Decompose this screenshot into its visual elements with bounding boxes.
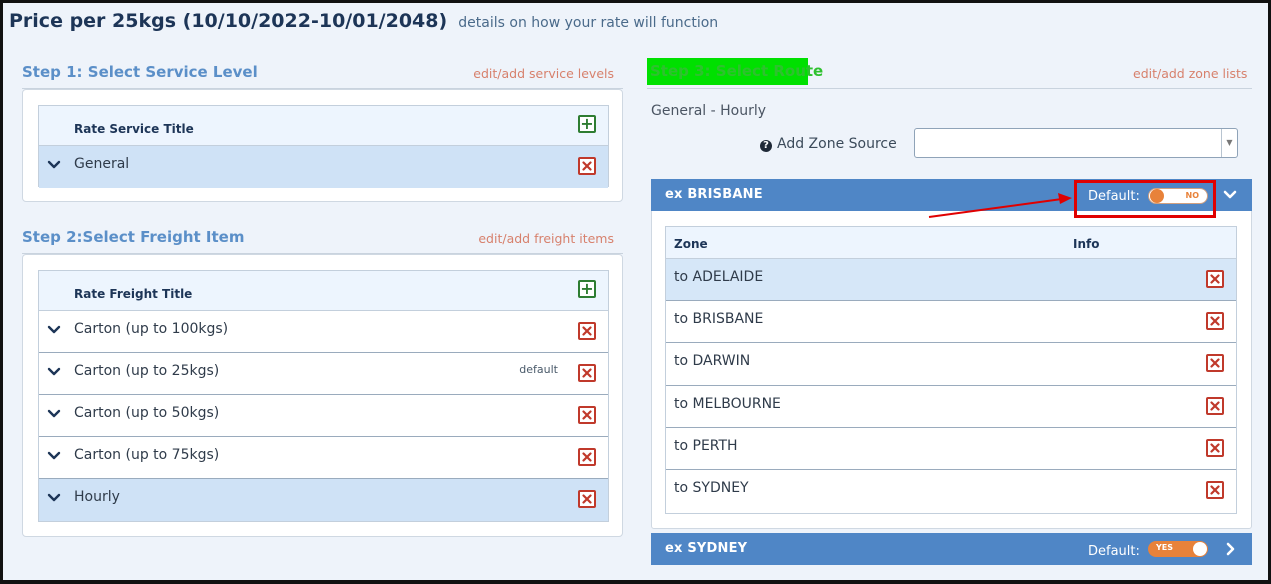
zone-source-label: ? Add Zone Source xyxy=(760,136,897,152)
delete-button[interactable] xyxy=(578,490,596,508)
zone-label: to SYDNEY xyxy=(674,479,749,496)
table-row[interactable]: Carton (up to 50kgs) xyxy=(39,395,608,437)
edit-service-levels-link[interactable]: edit/add service levels xyxy=(473,66,614,81)
row-label: General xyxy=(74,156,130,172)
x-square-icon xyxy=(1210,443,1220,453)
zone-row[interactable]: to ADELAIDE xyxy=(666,259,1236,302)
zone-label: to ADELAIDE xyxy=(674,269,764,285)
step1-title: Step 1: Select Service Level xyxy=(22,63,258,81)
zone-row[interactable]: to SYDNEY xyxy=(666,469,1236,513)
delete-zone-button[interactable] xyxy=(1206,480,1224,499)
table-row[interactable]: Carton (up to 75kgs) xyxy=(39,437,608,479)
zone-label: to DARWIN xyxy=(674,353,751,370)
annotation-highlight-box xyxy=(1074,180,1216,218)
delete-button[interactable] xyxy=(578,322,596,340)
delete-button[interactable] xyxy=(578,406,596,424)
delete-zone-button[interactable] xyxy=(1206,396,1224,415)
row-label: Carton (up to 100kgs) xyxy=(74,321,229,337)
zone-label: to MELBOURNE xyxy=(674,395,781,412)
step2-header: Step 2:Select Freight Item edit/add frei… xyxy=(22,228,623,254)
table-row[interactable]: Hourly xyxy=(39,479,608,521)
delete-button[interactable] xyxy=(578,157,596,175)
step1-header: Step 1: Select Service Level edit/add se… xyxy=(22,63,623,89)
default-label: Default: xyxy=(1088,544,1140,559)
step3-title: Step 3: Select Route xyxy=(647,58,823,85)
zone-row[interactable]: to PERTH xyxy=(666,427,1236,470)
rate-title: Price per 25kgs (10/10/2022-10/01/2048) xyxy=(9,10,448,32)
x-square-icon xyxy=(1210,274,1220,284)
row-label: Hourly xyxy=(74,489,120,505)
row-label: Carton (up to 50kgs) xyxy=(74,405,220,421)
chevron-down-icon[interactable] xyxy=(47,158,61,172)
service-level-card: Rate Service Title + General xyxy=(22,89,623,202)
table-row[interactable]: Carton (up to 25kgs) default xyxy=(39,353,608,395)
x-square-icon xyxy=(582,452,592,462)
x-square-icon xyxy=(1210,358,1220,368)
delete-zone-button[interactable] xyxy=(1206,312,1224,331)
divider xyxy=(647,88,1252,89)
zone-table-header: Zone Info xyxy=(666,227,1236,259)
select-arrow-icon[interactable]: ▼ xyxy=(1221,129,1237,157)
plus-square-icon: + xyxy=(580,114,594,133)
delete-zone-button[interactable] xyxy=(1206,354,1224,373)
row-label: Carton (up to 25kgs) xyxy=(74,363,220,379)
chevron-right-icon[interactable] xyxy=(1224,542,1238,556)
route-name: ex BRISBANE xyxy=(665,187,763,202)
table-header: Rate Freight Title + xyxy=(39,271,608,311)
delete-button[interactable] xyxy=(578,364,596,382)
page-title: Price per 25kgs (10/10/2022-10/01/2048) … xyxy=(9,10,718,32)
step2-title: Step 2:Select Freight Item xyxy=(22,228,245,246)
x-square-icon xyxy=(582,161,592,171)
default-badge: default xyxy=(519,363,558,376)
table-row[interactable]: General xyxy=(39,146,608,188)
zone-column-header: Zone xyxy=(674,237,708,251)
x-square-icon xyxy=(582,410,592,420)
chevron-down-icon[interactable] xyxy=(1223,188,1237,202)
zone-label: to BRISBANE xyxy=(674,311,764,328)
freight-item-table: Rate Freight Title + Carton (up to 100kg… xyxy=(38,270,609,522)
zone-row[interactable]: to DARWIN xyxy=(666,343,1236,386)
x-square-icon xyxy=(1210,400,1220,411)
toggle-knob xyxy=(1193,542,1207,556)
zone-row[interactable]: to BRISBANE xyxy=(666,301,1236,344)
x-square-icon xyxy=(1210,316,1220,326)
x-square-icon xyxy=(582,494,592,504)
add-service-level-button[interactable]: + xyxy=(578,115,596,133)
delete-zone-button[interactable] xyxy=(1206,270,1224,288)
chevron-down-icon[interactable] xyxy=(47,365,61,379)
default-toggle-sydney[interactable]: YES xyxy=(1148,541,1208,557)
delete-button[interactable] xyxy=(578,448,596,466)
row-label: Carton (up to 75kgs) xyxy=(74,447,220,463)
zone-row[interactable]: to MELBOURNE xyxy=(666,385,1236,428)
edit-zone-lists-link[interactable]: edit/add zone lists xyxy=(1133,66,1247,81)
question-circle-icon[interactable]: ? xyxy=(760,140,772,152)
edit-freight-items-link[interactable]: edit/add freight items xyxy=(478,231,614,246)
column-header: Rate Service Title xyxy=(74,122,194,136)
chevron-down-icon[interactable] xyxy=(47,323,61,337)
freight-item-card: Rate Freight Title + Carton (up to 100kg… xyxy=(22,254,623,537)
column-header: Rate Freight Title xyxy=(74,287,193,301)
rate-subtitle: details on how your rate will function xyxy=(458,15,719,31)
zone-table: Zone Info to ADELAIDE to BRISBANE to DARWI… xyxy=(665,226,1237,514)
chevron-down-icon[interactable] xyxy=(47,449,61,463)
route-header-sydney[interactable]: ex SYDNEY Default: YES xyxy=(651,533,1252,565)
plus-square-icon: + xyxy=(580,279,594,298)
x-square-icon xyxy=(582,368,592,378)
table-row[interactable]: Carton (up to 100kgs) xyxy=(39,311,608,353)
info-column-header: Info xyxy=(1073,237,1100,251)
chevron-down-icon[interactable] xyxy=(47,407,61,421)
delete-zone-button[interactable] xyxy=(1206,438,1224,457)
route-name: ex SYDNEY xyxy=(665,541,748,556)
x-square-icon xyxy=(1210,485,1220,495)
table-header: Rate Service Title + xyxy=(39,106,608,146)
service-level-table: Rate Service Title + General xyxy=(38,105,609,188)
x-square-icon xyxy=(582,326,592,336)
zone-source-text: Add Zone Source xyxy=(777,136,897,152)
zone-label: to PERTH xyxy=(674,437,738,454)
selection-summary: General - Hourly xyxy=(651,103,767,119)
add-freight-item-button[interactable]: + xyxy=(578,280,596,298)
toggle-text: YES xyxy=(1156,543,1174,552)
chevron-down-icon[interactable] xyxy=(47,491,61,505)
zone-source-select[interactable]: ▼ xyxy=(914,128,1238,158)
